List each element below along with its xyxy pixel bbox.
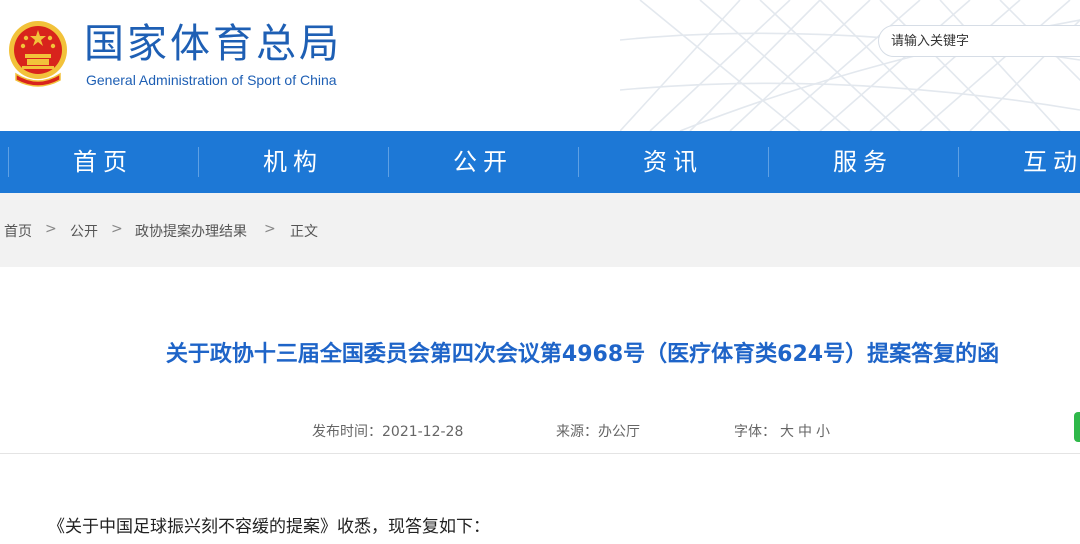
divider — [0, 453, 1080, 454]
publish-date: 发布时间：2021-12-28 — [312, 421, 463, 441]
search-input[interactable] — [879, 26, 1080, 56]
nav-item-home[interactable]: 首页 — [8, 131, 198, 193]
breadcrumb-current: 正文 — [290, 224, 318, 240]
nav-item-public[interactable]: 公开 — [388, 131, 578, 193]
article-body-first-line: 《关于中国足球振兴刻不容缓的提案》收悉，现答复如下： — [48, 517, 490, 537]
nav-item-interaction[interactable]: 互动 — [958, 131, 1080, 193]
source-value: 办公厅 — [598, 424, 640, 440]
font-size-medium[interactable]: 中 — [798, 424, 812, 440]
publish-label: 发布时间： — [312, 424, 382, 440]
font-size-label: 字体： — [734, 424, 776, 440]
nav-item-organization[interactable]: 机构 — [198, 131, 388, 193]
breadcrumb-separator: > — [45, 221, 57, 237]
publish-date-value: 2021-12-28 — [382, 424, 464, 440]
national-emblem-icon[interactable] — [6, 16, 70, 90]
breadcrumb-separator: > — [111, 221, 123, 237]
side-share-tab[interactable] — [1074, 412, 1080, 442]
nav-item-news[interactable]: 资讯 — [578, 131, 768, 193]
breadcrumb-separator: > — [264, 221, 276, 237]
breadcrumb-public[interactable]: 公开 — [70, 221, 98, 241]
site-title-en: General Administration of Sport of China — [86, 72, 337, 88]
article-title: 关于政协十三届全国委员会第四次会议第4968号（医疗体育类624号）提案答复的函 — [165, 342, 1000, 367]
main-nav: 首页 机构 公开 资讯 服务 互动 — [0, 131, 1080, 193]
site-header: 国家体育总局 General Administration of Sport o… — [0, 0, 1080, 131]
article-source: 来源：办公厅 — [556, 421, 640, 441]
font-size-large[interactable]: 大 — [780, 424, 794, 440]
source-label: 来源： — [556, 424, 598, 440]
font-size-small[interactable]: 小 — [816, 424, 830, 440]
breadcrumb: 首页 > 公开 > 政协提案办理结果 > 正文 — [0, 193, 1080, 267]
search-box — [878, 25, 1080, 57]
font-size-switcher: 字体：大中小 — [734, 421, 830, 441]
birds-nest-decoration — [620, 0, 1080, 131]
breadcrumb-home[interactable]: 首页 — [4, 221, 32, 241]
breadcrumb-proposal-results[interactable]: 政协提案办理结果 — [135, 221, 247, 241]
nav-item-services[interactable]: 服务 — [768, 131, 958, 193]
site-title-cn: 国家体育总局 — [84, 21, 342, 67]
